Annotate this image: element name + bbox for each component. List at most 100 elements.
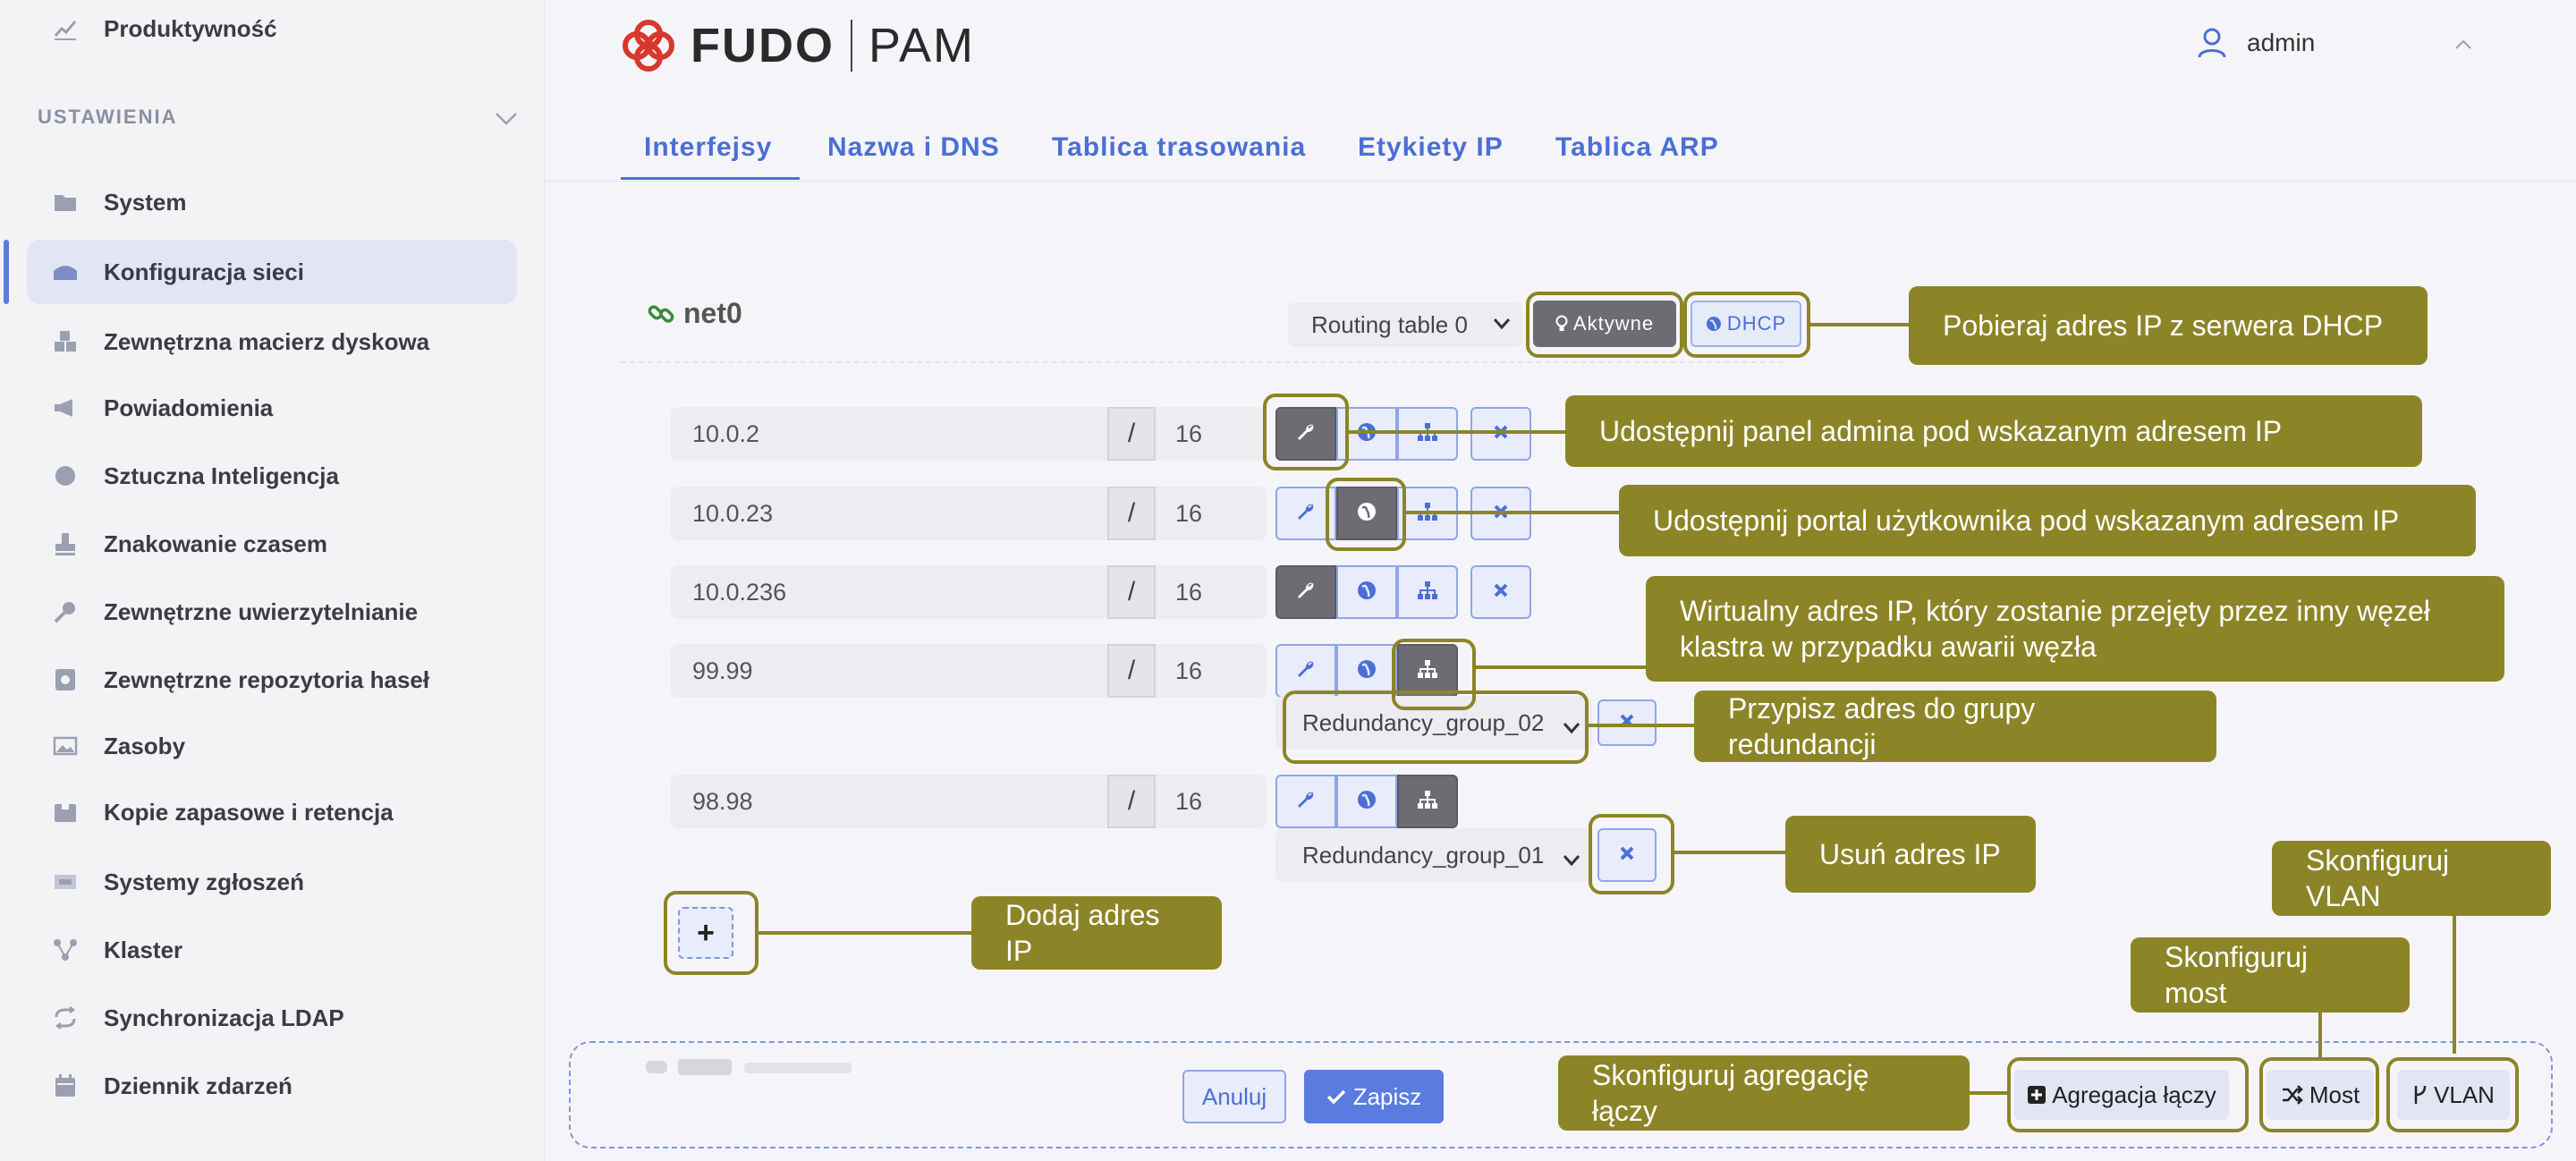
tab-etykiety-ip[interactable]: Etykiety IP (1358, 132, 1504, 163)
sidebar-item-label: Sztuczna Inteligencja (104, 462, 339, 489)
highlight-dhcp (1683, 292, 1810, 358)
netmask-input[interactable]: 16 (1156, 487, 1267, 540)
delete-address-button[interactable] (1470, 565, 1531, 619)
user-portal-button[interactable] (1336, 644, 1397, 698)
link-icon (648, 304, 674, 323)
faded-next-interface (646, 1054, 860, 1087)
sidebar-item-system[interactable]: System (27, 170, 517, 234)
sidebar-item-zewnętrzne-uwierzytelnianie[interactable]: Zewnętrzne uwierzytelnianie (27, 580, 517, 644)
sidebar-item-dziennik-zdarzeń[interactable]: Dziennik zdarzeń (27, 1054, 517, 1118)
sidebar-item-label: Znakowanie czasem (104, 530, 327, 557)
sidebar-item-zasoby[interactable]: Zasoby (27, 714, 517, 778)
sidebar-item-systemy-zgłoszeń[interactable]: Systemy zgłoszeń (27, 850, 517, 914)
logo-pam: PAM (868, 19, 975, 72)
admin-panel-button[interactable] (1275, 775, 1336, 828)
sidebar-item-konfiguracja-sieci[interactable]: Konfiguracja sieci (27, 240, 517, 304)
redundancy-group-select[interactable]: Redundancy_group_01 (1275, 828, 1592, 882)
connector-line (1589, 724, 1694, 727)
sidebar-item-kopie-zapasowe-i-retencja[interactable]: Kopie zapasowe i retencja (27, 780, 517, 844)
redundancy-group-value: Redundancy_group_01 (1302, 841, 1545, 869)
sidebar-item-label: Zewnętrzne repozytoria haseł (104, 665, 430, 693)
folder-icon (52, 189, 79, 216)
admin-panel-button[interactable] (1275, 565, 1336, 619)
wrench-icon (1295, 658, 1317, 684)
callout-delete: Usuń adres IP (1785, 816, 2036, 893)
wrench-icon (1295, 580, 1317, 606)
chart-line-icon (52, 15, 79, 42)
callout-virtual-ip: Wirtualny adres IP, który zostanie przej… (1646, 576, 2504, 682)
connector-line (2453, 916, 2456, 1054)
tab-tablica-trasowania[interactable]: Tablica trasowania (1052, 132, 1306, 163)
delete-address-button[interactable] (1470, 407, 1531, 461)
ip-address-input[interactable]: 10.0.23 (671, 487, 1109, 540)
sidebar-item-sztuczna-inteligencja[interactable]: Sztuczna Inteligencja (27, 444, 517, 508)
tab-interfejsy[interactable]: Interfejsy (644, 132, 772, 163)
ip-address-input[interactable]: 10.0.236 (671, 565, 1109, 619)
globe-icon (1356, 421, 1377, 447)
tabs-divider (544, 181, 2576, 182)
sidebar-item-produktywnosc[interactable]: Produktywność (27, 0, 517, 61)
cidr-slash: / (1107, 487, 1156, 540)
settings-section-title[interactable]: USTAWIENIA (38, 106, 177, 129)
times-icon (1618, 712, 1636, 734)
interface-divider (621, 361, 1784, 363)
callout-redundancy: Przypisz adres do grupy redundancji (1694, 691, 2216, 762)
tab-nazwa-i-dns[interactable]: Nazwa i DNS (827, 132, 1000, 163)
globe-icon (1356, 789, 1377, 815)
netmask-input[interactable]: 16 (1156, 775, 1267, 828)
highlight-active (1526, 292, 1683, 358)
sidebar-item-powiadomienia[interactable]: Powiadomienia (27, 376, 517, 440)
sidebar-item-label: Konfiguracja sieci (104, 258, 304, 285)
netmask-input[interactable]: 16 (1156, 407, 1267, 461)
megaphone-icon (52, 394, 79, 421)
cluster-icon (52, 936, 79, 963)
chevron-down-icon[interactable] (494, 111, 519, 127)
times-icon (1492, 581, 1510, 604)
sidebar-item-label: Produktywność (104, 14, 277, 42)
sidebar-item-label: Dziennik zdarzeń (104, 1072, 292, 1099)
ip-address-input[interactable]: 10.0.2 (671, 407, 1109, 461)
cidr-slash: / (1107, 565, 1156, 619)
routing-table-select[interactable]: Routing table 0 (1288, 302, 1522, 347)
virtual-ip-button[interactable] (1397, 407, 1458, 461)
netmask-input[interactable]: 16 (1156, 565, 1267, 619)
ip-address-input[interactable]: 98.98 (671, 775, 1109, 828)
ip-address-input[interactable]: 99.99 (671, 644, 1109, 698)
callout-user-portal: Udostępnij portal użytkownika pod wskaza… (1619, 485, 2476, 556)
netmask-input[interactable]: 16 (1156, 644, 1267, 698)
virtual-ip-button[interactable] (1397, 565, 1458, 619)
user-portal-button[interactable] (1336, 775, 1397, 828)
times-icon (1492, 423, 1510, 445)
admin-panel-button[interactable] (1275, 644, 1336, 698)
chevron-up-icon[interactable] (2454, 39, 2472, 50)
save-button[interactable]: Zapisz (1304, 1070, 1444, 1123)
tab-tablica-arp[interactable]: Tablica ARP (1555, 132, 1719, 163)
virtual-ip-button[interactable] (1397, 775, 1458, 828)
cancel-button[interactable]: Anuluj (1182, 1070, 1286, 1123)
callout-dhcp: Pobieraj adres IP z serwera DHCP (1909, 286, 2428, 365)
logo-separator (850, 20, 852, 72)
user-portal-button[interactable] (1336, 565, 1397, 619)
connector-line (1476, 665, 1646, 669)
fudo-flower-icon (623, 20, 674, 72)
sidebar-item-synchronizacja-ldap[interactable]: Synchronizacja LDAP (27, 986, 517, 1050)
sidebar-item-zewnętrzne-repozytoria-haseł[interactable]: Zewnętrzne repozytoria haseł (27, 648, 517, 712)
active-tab-underline (621, 177, 800, 180)
sidebar-item-znakowanie-czasem[interactable]: Znakowanie czasem (27, 512, 517, 576)
highlight-admin-panel (1263, 394, 1349, 470)
sidebar-item-klaster[interactable]: Klaster (27, 918, 517, 982)
globe-icon (1356, 658, 1377, 684)
chevron-down-icon (1562, 846, 1581, 874)
sidebar-item-zewnętrzna-macierz-dyskowa[interactable]: Zewnętrzna macierz dyskowa (27, 309, 517, 374)
logo-fudo: FUDO (691, 19, 835, 72)
sidebar-item-label: System (104, 188, 187, 216)
delete-address-button[interactable] (1597, 699, 1657, 746)
brain-icon (52, 462, 79, 489)
active-indicator (4, 240, 9, 304)
user-menu[interactable]: admin (2197, 27, 2315, 59)
highlight-delete (1589, 814, 1674, 894)
highlight-redundancy (1283, 691, 1589, 764)
ticket-icon (52, 869, 79, 895)
connector-line (1674, 851, 1785, 854)
globe-icon (1356, 580, 1377, 606)
